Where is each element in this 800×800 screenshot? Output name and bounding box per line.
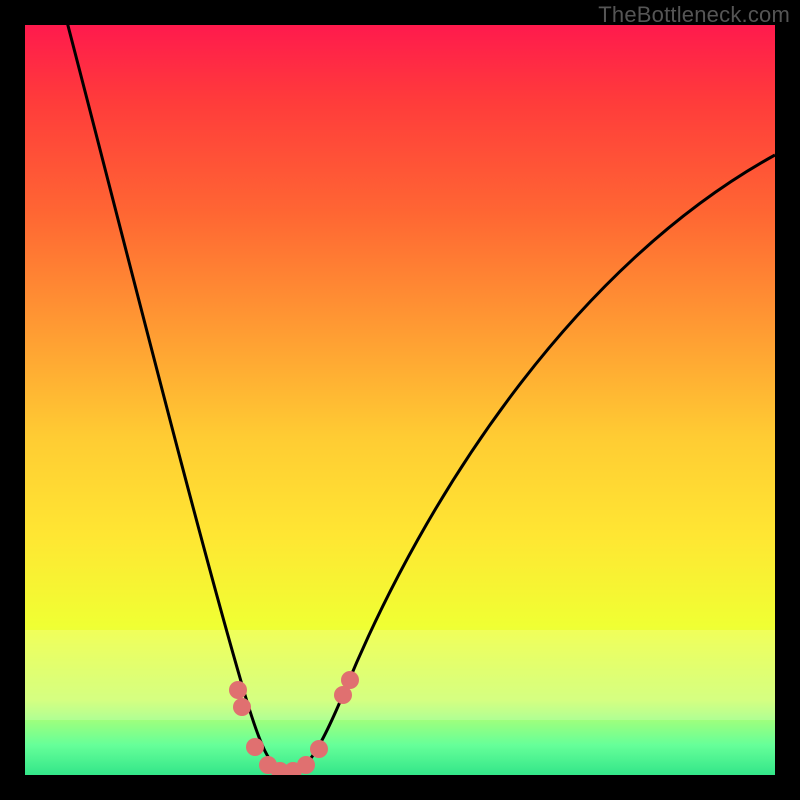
curve-path: [60, 25, 775, 773]
bottleneck-curve-svg: [25, 25, 775, 775]
marker-group: [229, 671, 359, 775]
watermark-text: TheBottleneck.com: [598, 2, 790, 28]
